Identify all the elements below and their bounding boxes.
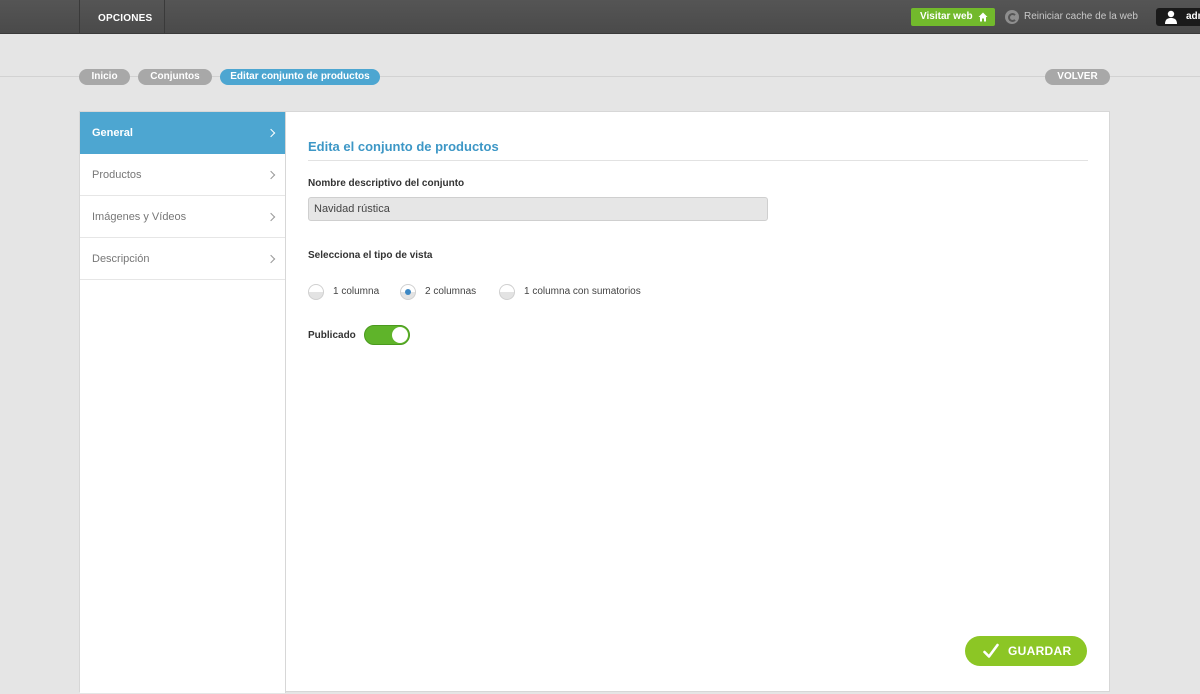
sidebar-item-productos[interactable]: Productos [80,154,285,196]
user-name: admin [1186,11,1200,22]
sidebar-item-descripcion[interactable]: Descripción [80,238,285,280]
radio-button-selected[interactable] [400,284,416,300]
toggle-knob [392,327,408,343]
chevron-right-icon [266,212,276,222]
home-icon [978,12,988,22]
reset-cache-label: Reiniciar cache de la web [1024,11,1138,22]
published-label: Publicado [308,330,356,341]
sidebar-item-label: Imágenes y Vídeos [92,211,187,223]
save-button[interactable]: GUARDAR [965,636,1087,666]
radio-label: 2 columnas [425,286,477,297]
chevron-right-icon [266,170,276,180]
check-icon [983,643,999,658]
title-divider [308,160,1088,161]
refresh-icon [1005,10,1019,24]
radio-label: 1 columna [333,286,380,297]
radio-1-columna-sumatorios[interactable]: 1 columna con sumatorios [499,284,649,300]
breadcrumb-conjuntos[interactable]: Conjuntos [138,69,212,85]
radio-2-columnas[interactable]: 2 columnas [400,284,490,300]
top-bar: OPCIONES Visitar web Reiniciar cache de … [0,0,1200,34]
user-icon [1165,10,1177,24]
options-menu[interactable]: OPCIONES [79,0,165,34]
name-input[interactable] [308,197,768,221]
chevron-right-icon [266,128,276,138]
sidebar-item-label: General [92,127,133,139]
reset-cache-link[interactable]: Reiniciar cache de la web [1005,9,1138,25]
radio-button[interactable] [308,284,324,300]
sidebar-item-label: Descripción [92,253,150,265]
breadcrumb-inicio[interactable]: Inicio [79,69,130,85]
save-label: GUARDAR [1008,644,1072,658]
name-label: Nombre descriptivo del conjunto [308,178,465,189]
published-toggle[interactable] [364,325,410,345]
radio-1-columna[interactable]: 1 columna [308,284,388,300]
radio-button[interactable] [499,284,515,300]
sidebar: General Productos Imágenes y Vídeos Desc… [80,112,286,693]
sidebar-item-general[interactable]: General [80,112,285,154]
breadcrumb-current: Editar conjunto de productos [220,69,380,85]
page-title: Edita el conjunto de productos [308,139,499,154]
radio-label: 1 columna con sumatorios [524,286,641,297]
back-button[interactable]: VOLVER [1045,69,1110,85]
chevron-right-icon [266,254,276,264]
view-type-label: Selecciona el tipo de vista [308,250,433,261]
sidebar-item-imagenes[interactable]: Imágenes y Vídeos [80,196,285,238]
visit-web-label: Visitar web [920,11,973,22]
form-content: Edita el conjunto de productos Nombre de… [286,112,1109,691]
sidebar-item-label: Productos [92,169,142,181]
visit-web-button[interactable]: Visitar web [911,8,995,26]
user-menu[interactable]: admin [1156,8,1200,26]
main-panel: General Productos Imágenes y Vídeos Desc… [79,111,1110,693]
